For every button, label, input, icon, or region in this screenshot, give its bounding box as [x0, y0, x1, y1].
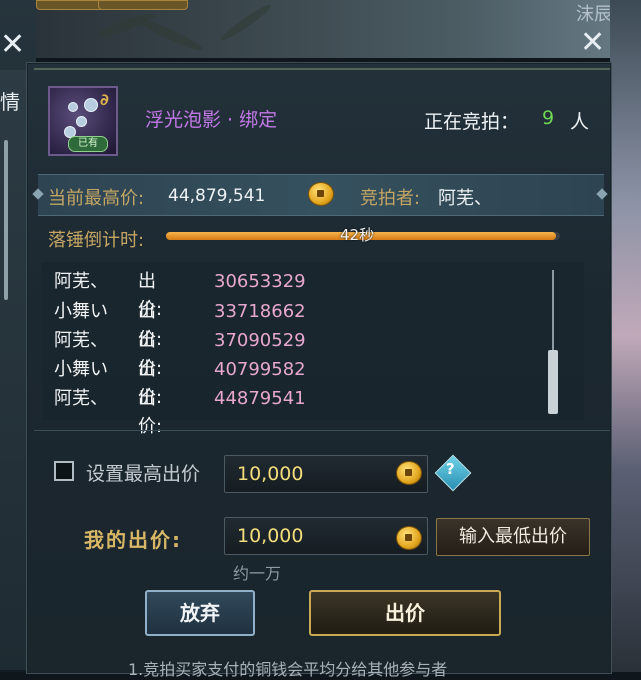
- bid-button[interactable]: 出价: [309, 590, 501, 636]
- bid-log-scrollbar-thumb[interactable]: [548, 350, 558, 414]
- bid-log-label: 出价:: [138, 388, 163, 437]
- bamboo-leaf-decoration: [218, 1, 274, 44]
- enter-min-bid-button[interactable]: 输入最低出价: [436, 518, 590, 556]
- panel-top-border: [34, 68, 610, 70]
- section-divider: [34, 430, 610, 431]
- bubble-icon: [84, 98, 98, 112]
- bidding-unit: 人: [570, 111, 590, 133]
- copper-coin-icon: [396, 526, 422, 550]
- bid-log-name: 阿芜、: [54, 330, 108, 351]
- help-question-mark: ?: [446, 460, 455, 478]
- bid-log-amount: 44879541: [214, 388, 306, 409]
- max-bid-value: 10,000: [237, 463, 304, 485]
- left-close-icon[interactable]: ✕: [0, 30, 25, 60]
- background-scene-top: 沫辰: [36, 0, 641, 58]
- countdown-text: 42秒: [340, 226, 375, 244]
- close-icon[interactable]: ✕: [580, 28, 605, 58]
- max-bid-label: 设置最高出价: [86, 463, 201, 485]
- item-name: 浮光泡影 · 绑定: [145, 109, 278, 131]
- left-window-label: 情: [0, 90, 20, 114]
- my-bid-label: 我的出价:: [84, 528, 182, 552]
- my-bid-approx: 约一万: [233, 564, 282, 583]
- bidder-value: 阿芜、: [438, 188, 492, 209]
- background-scene-right: [610, 0, 641, 672]
- background-player-name: 沫辰: [576, 4, 612, 25]
- bid-log-name: 阿芜、: [54, 271, 108, 292]
- bid-log-amount: 40799582: [214, 359, 306, 380]
- copper-coin-icon: [308, 182, 334, 206]
- top-tab-button[interactable]: [98, 0, 188, 10]
- bid-log-name: 小舞い: [54, 301, 108, 322]
- bid-log-amount: 30653329: [214, 271, 306, 292]
- bid-log-amount: 33718662: [214, 301, 306, 322]
- bidding-count: 9: [542, 107, 555, 129]
- bubble-icon: [68, 102, 78, 112]
- bound-tag: 已有: [68, 136, 108, 152]
- left-window-scrollbar[interactable]: [4, 140, 8, 300]
- current-price-label: 当前最高价:: [48, 188, 145, 209]
- countdown-label: 落锤倒计时:: [48, 230, 145, 251]
- chain-link-icon: ∂: [100, 90, 109, 109]
- my-bid-value: 10,000: [237, 525, 304, 547]
- bid-log-name: 阿芜、: [54, 388, 108, 409]
- bamboo-leaf-decoration: [137, 15, 205, 55]
- give-up-button[interactable]: 放弃: [145, 590, 255, 636]
- bid-log-name: 小舞い: [54, 359, 108, 380]
- max-bid-checkbox[interactable]: [54, 461, 74, 481]
- bidding-label: 正在竞拍：: [424, 111, 520, 133]
- bid-log-amount: 37090529: [214, 330, 306, 351]
- bubble-icon: [76, 116, 87, 127]
- footer-note: 1.竞拍买家支付的铜钱会平均分给其他参与者: [128, 660, 448, 679]
- current-price-value: 44,879,541: [168, 186, 266, 206]
- copper-coin-icon: [396, 461, 422, 485]
- bidder-label: 竞拍者:: [360, 188, 421, 209]
